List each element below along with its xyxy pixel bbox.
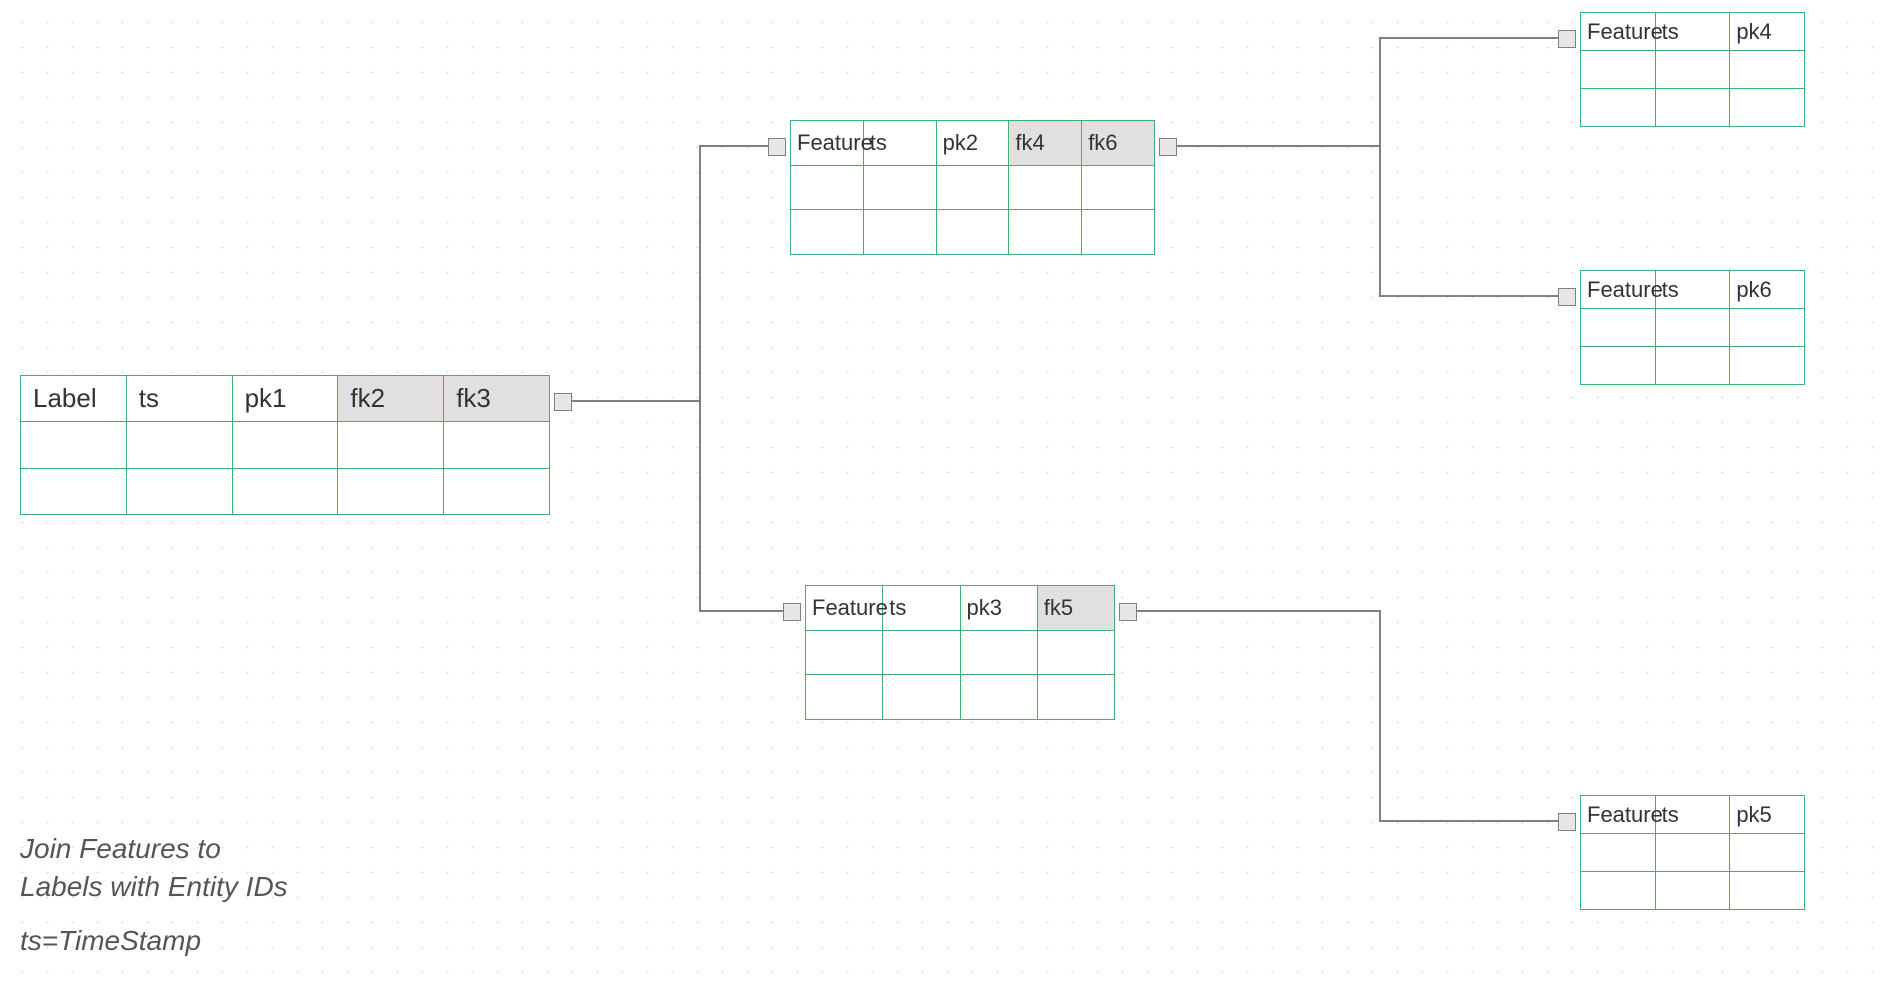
col-header: ts xyxy=(1655,271,1730,309)
table-row xyxy=(21,468,550,514)
col-header: pk1 xyxy=(232,376,338,422)
col-header: Feature xyxy=(1581,796,1656,834)
col-header: fk6 xyxy=(1082,121,1155,166)
label-table-node[interactable]: Label ts pk1 fk2 fk3 xyxy=(20,375,550,515)
feature-table-node[interactable]: Feature ts pk3 fk5 xyxy=(805,585,1115,720)
col-header: fk5 xyxy=(1037,586,1114,631)
col-header: Feature xyxy=(806,586,883,631)
col-header: ts xyxy=(863,121,936,166)
col-header: Feature xyxy=(791,121,864,166)
table-row xyxy=(1581,309,1805,347)
table-header-row: Feature ts pk3 fk5 xyxy=(806,586,1115,631)
table-row xyxy=(1581,51,1805,89)
table-header-row: Label ts pk1 fk2 fk3 xyxy=(21,376,550,422)
table-header-row: Feature ts pk2 fk4 fk6 xyxy=(791,121,1155,166)
table-header-row: Feature ts pk6 xyxy=(1581,271,1805,309)
table-row xyxy=(1581,834,1805,872)
table-row xyxy=(1581,872,1805,910)
col-header: ts xyxy=(126,376,232,422)
col-header: pk4 xyxy=(1730,13,1805,51)
table-row xyxy=(1581,347,1805,385)
table-row xyxy=(791,165,1155,210)
col-header: fk2 xyxy=(338,376,444,422)
input-port[interactable] xyxy=(1558,30,1576,48)
diagram-canvas[interactable]: Label ts pk1 fk2 fk3 Feature ts pk2 fk4 … xyxy=(0,0,1880,986)
feature-table-node[interactable]: Feature ts pk4 xyxy=(1580,12,1805,127)
col-header: fk3 xyxy=(444,376,550,422)
input-port[interactable] xyxy=(1558,813,1576,831)
col-header: ts xyxy=(1655,796,1730,834)
output-port[interactable] xyxy=(554,393,572,411)
diagram-caption: Join Features to Labels with Entity IDs xyxy=(20,830,288,906)
table-row xyxy=(806,630,1115,675)
col-header: ts xyxy=(883,586,960,631)
col-header: Label xyxy=(21,376,127,422)
col-header: Feature xyxy=(1581,13,1656,51)
feature-table-node[interactable]: Feature ts pk6 xyxy=(1580,270,1805,385)
table-row xyxy=(1581,89,1805,127)
feature-table-node[interactable]: Feature ts pk5 xyxy=(1580,795,1805,910)
col-header: fk4 xyxy=(1009,121,1082,166)
table-row xyxy=(791,210,1155,255)
output-port[interactable] xyxy=(1159,138,1177,156)
table-row xyxy=(21,422,550,468)
diagram-footnote: ts=TimeStamp xyxy=(20,925,201,957)
col-header: ts xyxy=(1655,13,1730,51)
table-header-row: Feature ts pk4 xyxy=(1581,13,1805,51)
table-header-row: Feature ts pk5 xyxy=(1581,796,1805,834)
input-port[interactable] xyxy=(783,603,801,621)
feature-table-node[interactable]: Feature ts pk2 fk4 fk6 xyxy=(790,120,1155,255)
col-header: pk5 xyxy=(1730,796,1805,834)
table-row xyxy=(806,675,1115,720)
col-header: Feature xyxy=(1581,271,1656,309)
col-header: pk3 xyxy=(960,586,1037,631)
output-port[interactable] xyxy=(1119,603,1137,621)
col-header: pk6 xyxy=(1730,271,1805,309)
input-port[interactable] xyxy=(1558,288,1576,306)
input-port[interactable] xyxy=(768,138,786,156)
col-header: pk2 xyxy=(936,121,1009,166)
